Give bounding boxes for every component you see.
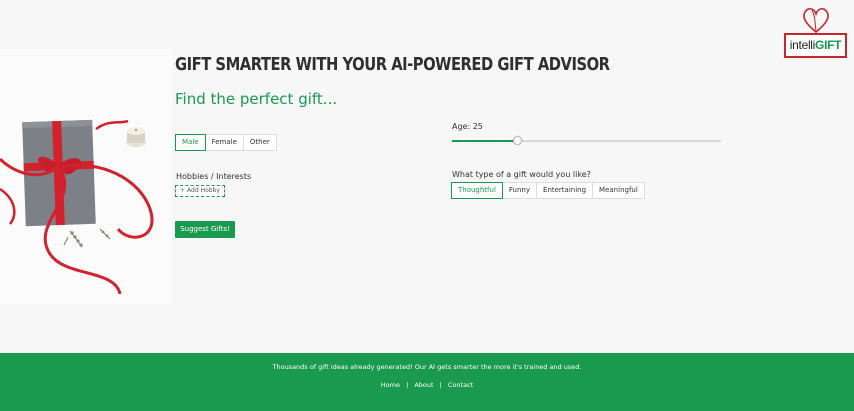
age-label: Age: 25 (452, 122, 483, 131)
suggest-gifts-button[interactable]: Suggest Gifts! (175, 221, 235, 238)
gift-type-funny[interactable]: Funny (502, 182, 538, 199)
page-subtitle: Find the perfect gift... (175, 90, 338, 108)
footer: Thousands of gift ideas already generate… (0, 353, 854, 411)
gender-option-other[interactable]: Other (243, 134, 277, 151)
footer-tagline: Thousands of gift ideas already generate… (272, 363, 582, 371)
brand-logo[interactable]: intelliGIFT (784, 6, 847, 58)
add-hobby-button[interactable]: + Add Hobby (175, 185, 225, 197)
footer-link-contact[interactable]: Contact (448, 381, 473, 389)
logo-wordmark: intelliGIFT (784, 33, 847, 58)
footer-link-home[interactable]: Home (381, 381, 400, 389)
gift-type-selector: Thoughtful Funny Entertaining Meaningful (451, 182, 645, 199)
hobbies-label: Hobbies / Interests (176, 172, 252, 181)
gift-box-image (0, 49, 172, 304)
footer-link-about[interactable]: About (414, 381, 433, 389)
gift-type-meaningful[interactable]: Meaningful (593, 182, 645, 199)
page-title: GIFT SMARTER WITH YOUR AI-POWERED GIFT A… (175, 54, 610, 75)
gender-option-male[interactable]: Male (175, 134, 206, 151)
gift-type-thoughtful[interactable]: Thoughtful (451, 182, 503, 199)
age-slider[interactable] (452, 136, 721, 146)
footer-separator: | (406, 381, 409, 389)
plus-icon: + (180, 187, 186, 194)
add-hobby-label: Add Hobby (187, 187, 220, 194)
gender-selector: Male Female Other (175, 134, 277, 151)
footer-links: Home | About | Contact (0, 381, 854, 389)
logo-text-gift: GIFT (815, 38, 842, 52)
gift-type-entertaining[interactable]: Entertaining (537, 182, 594, 199)
footer-separator: | (439, 381, 442, 389)
gift-type-label: What type of a gift would you like? (452, 170, 591, 179)
age-slider-thumb[interactable] (512, 136, 522, 145)
logo-text-intelli: intelli (789, 38, 816, 52)
age-slider-fill (452, 140, 517, 142)
heart-icon (803, 8, 829, 34)
gender-option-female[interactable]: Female (205, 134, 244, 151)
